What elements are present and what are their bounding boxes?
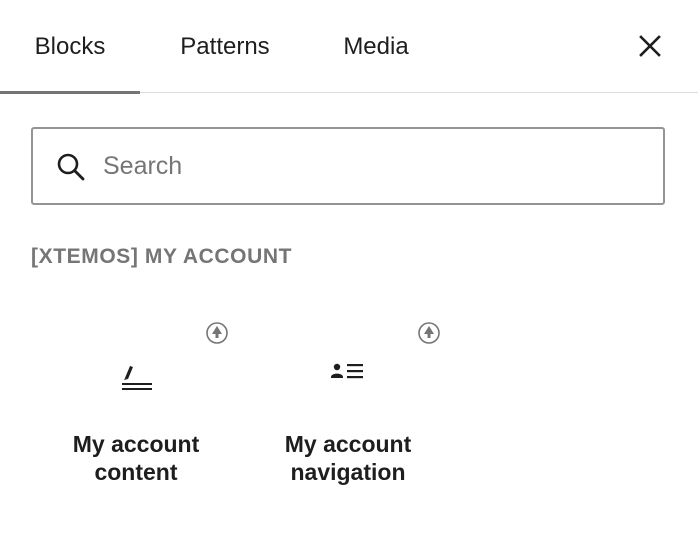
block-label-line1: My account	[284, 431, 412, 457]
tab-patterns-label: Patterns	[180, 32, 270, 60]
block-inserter-panel: Blocks Patterns Media [XTEMOS] MY ACCOUN…	[0, 0, 698, 544]
signature-pen-icon	[122, 366, 152, 390]
search-input[interactable]	[103, 129, 643, 203]
active-tab-indicator	[0, 91, 140, 94]
block-item-my-account-navigation[interactable]: My account navigation	[242, 310, 454, 500]
person-list-icon	[331, 363, 363, 379]
tab-blocks[interactable]: Blocks	[0, 0, 140, 93]
inserter-tabs: Blocks Patterns Media	[0, 0, 698, 94]
tab-blocks-label: Blocks	[34, 32, 106, 60]
tab-media[interactable]: Media	[320, 0, 432, 93]
search-icon	[57, 153, 85, 181]
close-icon	[639, 35, 661, 57]
category-title: [XTEMOS] MY ACCOUNT	[31, 245, 293, 268]
block-label-line2: content	[94, 459, 178, 485]
search-box	[31, 127, 665, 205]
tab-media-label: Media	[343, 32, 409, 60]
block-label-line1: My account	[72, 431, 200, 457]
tree-badge-icon	[206, 322, 228, 344]
block-label-line2: navigation	[290, 459, 406, 485]
tree-badge-icon	[418, 322, 440, 344]
close-button[interactable]	[628, 24, 672, 68]
tab-patterns[interactable]: Patterns	[150, 0, 300, 93]
block-item-my-account-content[interactable]: My account content	[30, 310, 242, 500]
block-label: My account navigation	[242, 430, 454, 486]
block-label: My account content	[30, 430, 242, 486]
